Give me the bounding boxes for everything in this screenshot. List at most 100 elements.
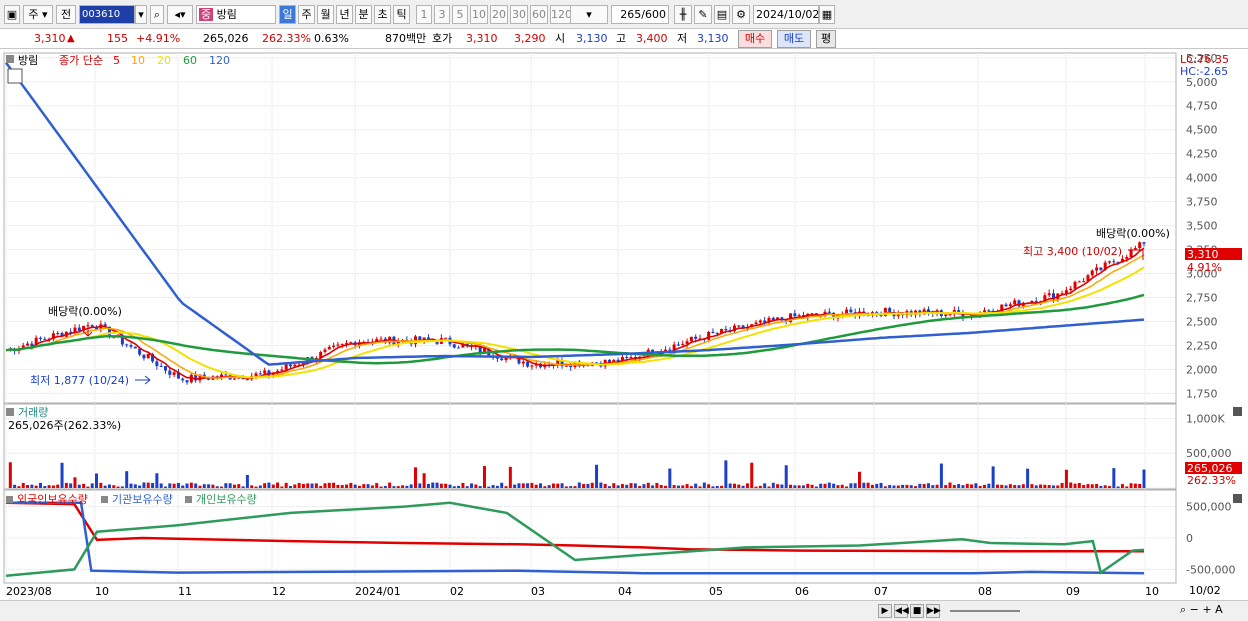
legend-stock-name: 방림 — [18, 54, 38, 67]
candle-body — [224, 374, 228, 376]
code-input[interactable]: 003610 — [79, 5, 135, 24]
volume-bar — [569, 486, 573, 488]
volume-bar — [793, 485, 797, 488]
candle-body — [280, 369, 284, 371]
date-label-5: 02 — [450, 585, 464, 598]
volume-bar — [198, 485, 202, 488]
ma-legend-10: 10 — [131, 54, 145, 67]
zoom-slider[interactable] — [950, 610, 1020, 612]
stop-icon[interactable]: ■ — [910, 604, 924, 618]
volume-bar — [724, 460, 728, 488]
date-field[interactable]: 2024/10/02 — [753, 5, 819, 24]
search-icon[interactable]: ⌕ — [150, 5, 164, 24]
volume-bar — [1138, 483, 1142, 488]
volume-bar — [1090, 484, 1094, 488]
interval-select[interactable]: ▾ — [570, 5, 608, 24]
dividend-left-label: 배당락(0.00%) — [48, 305, 122, 318]
volume-bar — [60, 462, 64, 488]
candle-body — [323, 349, 327, 352]
candle-icon[interactable]: ╫ — [674, 5, 692, 24]
play-icon[interactable]: ▶ — [878, 604, 892, 618]
price-tick-2750: 2,750 — [1186, 292, 1218, 305]
period-tab-3[interactable]: 년 — [336, 5, 353, 24]
sell-button[interactable]: 매도 — [777, 30, 811, 48]
volume-bar — [202, 484, 206, 488]
period-tab-0[interactable]: 일 — [279, 5, 296, 24]
volume-bar — [185, 483, 189, 488]
calendar-icon[interactable]: ▦ — [819, 5, 835, 24]
candle-body — [564, 365, 568, 367]
ma-legend-5: 5 — [113, 54, 120, 67]
low-arrow-icon — [135, 375, 151, 385]
period-tab-2[interactable]: 월 — [317, 5, 334, 24]
market-select[interactable]: 주 ▾ — [23, 5, 53, 24]
volume-bar — [551, 483, 555, 488]
volume-close-icon[interactable] — [1233, 407, 1242, 416]
volume-bar — [13, 484, 17, 488]
volume-bar — [129, 483, 133, 488]
candle-body — [987, 310, 991, 312]
interval-tab-10[interactable]: 10 — [470, 5, 488, 24]
volume-bar — [926, 483, 930, 488]
candle-body — [676, 344, 680, 346]
count-field[interactable]: 265/600 — [611, 5, 669, 24]
candle-body — [336, 344, 340, 346]
interval-tab-60[interactable]: 60 — [530, 5, 548, 24]
candle-body — [521, 361, 525, 364]
period-tab-5[interactable]: 초 — [374, 5, 391, 24]
volume-bar — [280, 486, 284, 488]
period-tab-4[interactable]: 분 — [355, 5, 372, 24]
volume-bar — [681, 485, 685, 488]
volume-bar — [1129, 483, 1133, 488]
volume-bar — [931, 485, 935, 488]
candle-body — [133, 346, 137, 349]
window-icon[interactable]: ▣ — [4, 5, 20, 24]
interval-tab-30[interactable]: 30 — [510, 5, 528, 24]
volume-bar — [504, 486, 508, 488]
interval-tab-3[interactable]: 3 — [434, 5, 450, 24]
interval-tab-20[interactable]: 20 — [490, 5, 508, 24]
sound-icon[interactable]: ◂▾ — [167, 5, 193, 24]
gear-icon[interactable]: ⚙ — [732, 5, 750, 24]
volume-bar — [737, 484, 741, 488]
line-tool-icon[interactable]: ✎ — [694, 5, 712, 24]
volume-bar — [741, 485, 745, 488]
volume-bar — [914, 486, 918, 488]
volume-bar — [629, 483, 633, 488]
period-tab-6[interactable]: 틱 — [393, 5, 410, 24]
eval-button[interactable]: 평 — [816, 30, 836, 48]
volume-bar — [1043, 484, 1047, 488]
code-dropdown-icon[interactable]: ▾ — [135, 5, 147, 24]
stock-name-field[interactable]: 중 방림 — [196, 5, 276, 24]
zoom-icons[interactable]: ⌕ − + A — [1180, 602, 1223, 618]
legend-ma-label: 종가 단순 — [59, 54, 103, 67]
volume-bar — [767, 486, 771, 488]
interval-tab-5[interactable]: 5 — [452, 5, 468, 24]
rewind-icon[interactable]: ◀◀ — [894, 604, 909, 618]
grid-toggle-icon[interactable] — [7, 68, 23, 84]
candle-body — [452, 344, 456, 348]
interval-tab-120[interactable]: 120 — [550, 5, 572, 24]
volume-bar — [517, 483, 521, 488]
buy-button[interactable]: 매수 — [738, 30, 772, 48]
period-tab-1[interactable]: 주 — [298, 5, 315, 24]
stock-chart[interactable]: 1,7502,0002,2502,5002,7503,0003,2503,500… — [0, 50, 1248, 600]
candle-body — [38, 337, 42, 339]
forward-icon[interactable]: ▶▶ — [926, 604, 941, 618]
candle-body — [1013, 300, 1017, 305]
prev-button[interactable]: 전 — [56, 5, 76, 24]
date-label-11: 08 — [978, 585, 992, 598]
volume-bar — [487, 486, 491, 488]
interval-tab-1[interactable]: 1 — [416, 5, 432, 24]
volume-bar — [319, 486, 323, 488]
save-icon[interactable]: ▤ — [714, 5, 730, 24]
volume-bar — [771, 482, 775, 488]
candle-body — [146, 353, 150, 359]
candle-body — [625, 356, 629, 358]
volume-bar — [896, 485, 900, 488]
volume-tick-2: 1,000K — [1186, 412, 1225, 425]
volume-bar — [1095, 483, 1099, 488]
volume-bar — [685, 484, 689, 488]
holding-close-icon[interactable] — [1233, 494, 1242, 503]
volume-bars — [8, 460, 1146, 488]
